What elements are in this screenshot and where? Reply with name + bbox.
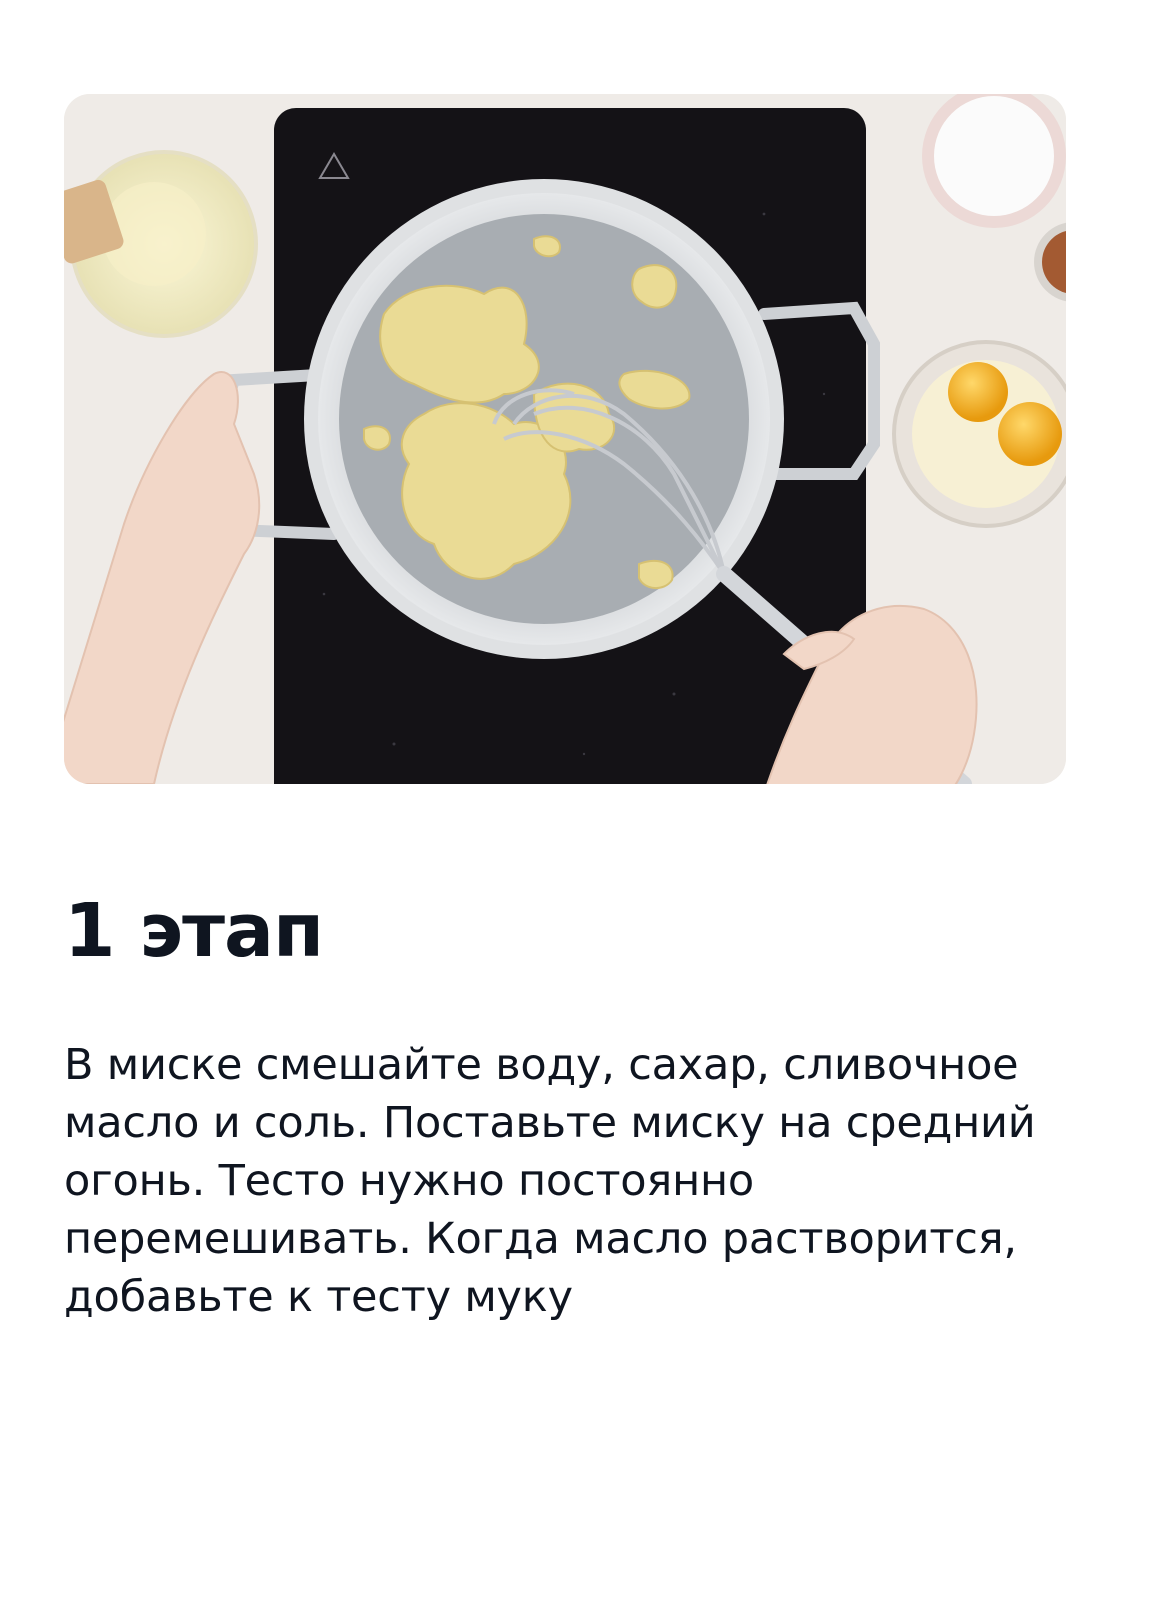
step-description: В миске смешайте воду, сахар, сливочное …: [64, 1040, 1036, 1322]
step-photo: [64, 94, 1066, 784]
step-title: 1 этап: [64, 888, 324, 974]
egg-bowl-image: [892, 340, 1066, 528]
